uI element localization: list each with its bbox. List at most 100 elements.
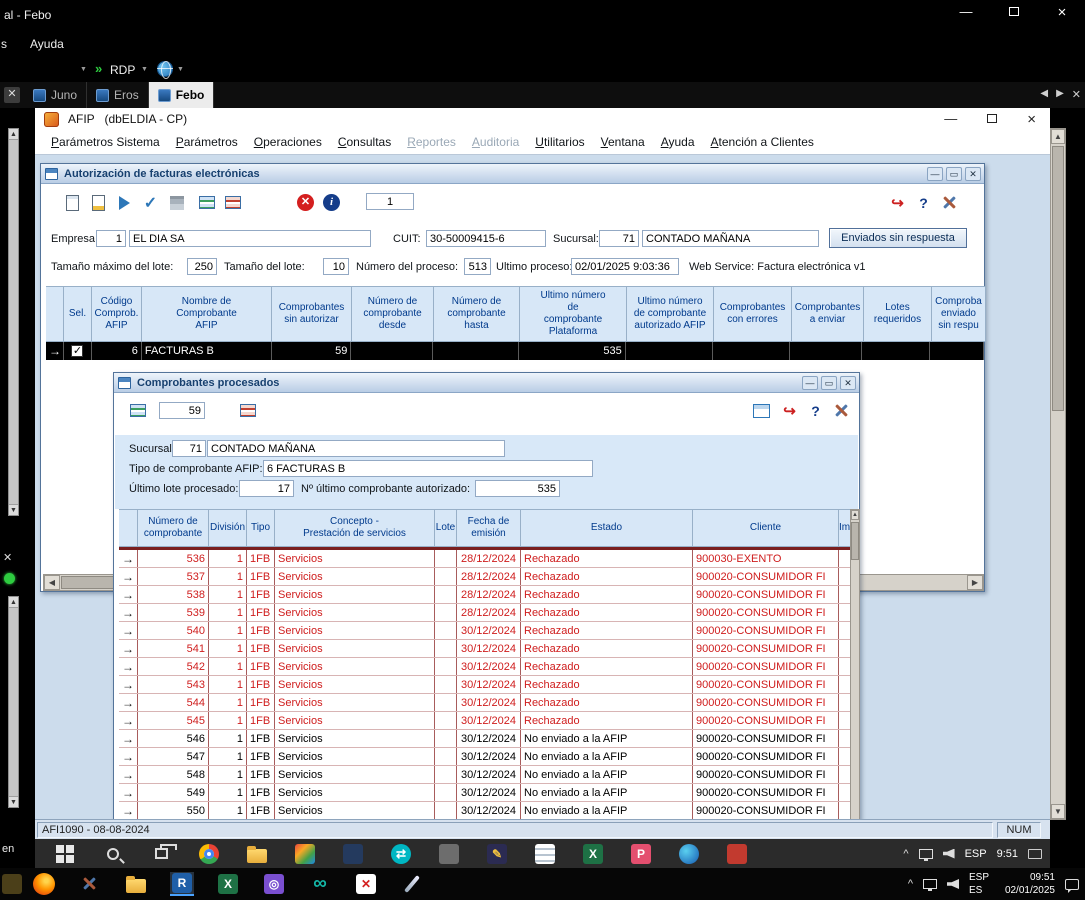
pen-app-icon[interactable] <box>400 872 424 896</box>
design-app-icon[interactable]: ◎ <box>262 872 286 896</box>
header-codigo[interactable]: Código Comprob. AFIP <box>92 286 142 342</box>
globe-icon[interactable] <box>157 61 173 77</box>
language-clock-block[interactable]: ESP 09:51 ES 02/01/2025 <box>969 871 1055 897</box>
menu-operaciones[interactable]: Operaciones <box>246 135 330 149</box>
table-row[interactable]: → 550 1 1FB Servicios 30/12/2024 No envi… <box>119 802 851 819</box>
table-row[interactable]: → 545 1 1FB Servicios 30/12/2024 Rechaza… <box>119 712 851 730</box>
info-button[interactable]: i <box>320 191 343 214</box>
table-row[interactable]: → 542 1 1FB Servicios 30/12/2024 Rechaza… <box>119 658 851 676</box>
tab-scroll-left-icon[interactable]: ◀ <box>1040 88 1048 101</box>
minimize-button[interactable]: — <box>927 167 943 181</box>
host-titlebar[interactable]: al - Febo — × <box>0 0 1085 30</box>
header-plataforma[interactable]: Ultimo número de comprobante Plataforma <box>520 286 627 342</box>
host-menu-ayuda[interactable]: Ayuda <box>30 37 64 51</box>
table-row[interactable]: → 538 1 1FB Servicios 28/12/2024 Rechaza… <box>119 586 851 604</box>
header-hasta[interactable]: Número de comprobante hasta <box>434 286 520 342</box>
table-row[interactable]: → 543 1 1FB Servicios 30/12/2024 Rechaza… <box>119 676 851 694</box>
confirm-button[interactable]: ✓ <box>139 191 162 214</box>
table-row[interactable]: → 546 1 1FB Servicios 30/12/2024 No envi… <box>119 730 851 748</box>
header-estado[interactable]: Estado <box>521 509 693 547</box>
table-view-button[interactable] <box>750 399 773 422</box>
scroll-up-icon[interactable]: ▲ <box>9 129 18 140</box>
header-tipo[interactable]: Tipo <box>247 509 275 547</box>
run-button[interactable] <box>113 191 136 214</box>
help-button[interactable]: ? <box>804 399 827 422</box>
menu-parametros[interactable]: Parámetros <box>168 135 246 149</box>
remote-clock[interactable]: 9:51 <box>997 848 1018 860</box>
tam-lote-field[interactable]: 10 <box>323 258 349 275</box>
table-row[interactable]: → 540 1 1FB Servicios 30/12/2024 Rechaza… <box>119 622 851 640</box>
scroll-down-icon[interactable]: ▼ <box>9 504 18 515</box>
host-maximize-button[interactable] <box>1005 4 1023 21</box>
save-button[interactable] <box>165 191 188 214</box>
header-division[interactable]: División <box>209 509 247 547</box>
menu-parametros-sistema[interactable]: Parámetros Sistema <box>43 135 168 149</box>
afip-restore-button[interactable] <box>987 111 997 128</box>
header-numero[interactable]: Número de comprobante <box>138 509 209 547</box>
header-lotes[interactable]: Lotes requeridos <box>864 286 932 342</box>
header-sin-autorizar[interactable]: Comprobantes sin autorizar <box>272 286 352 342</box>
proc-vscrollbar[interactable]: ▲ <box>850 509 860 819</box>
excel-icon[interactable]: X <box>581 842 605 866</box>
new-button[interactable] <box>61 191 84 214</box>
chrome-icon[interactable] <box>197 842 221 866</box>
header-enviados-resp[interactable]: Comproba enviado sin respu <box>932 286 986 342</box>
sucursal-nombre-field[interactable]: CONTADO MAÑANA <box>207 440 505 457</box>
volume-tray-icon[interactable] <box>943 849 955 859</box>
action-center-icon[interactable] <box>1028 849 1042 859</box>
close-button[interactable]: ✕ <box>965 167 981 181</box>
tray-chevron-icon[interactable]: ^ <box>908 878 913 890</box>
properties-button[interactable] <box>87 191 110 214</box>
empresa-num-field[interactable]: 1 <box>96 230 126 247</box>
sucursal-num-field[interactable]: 71 <box>599 230 639 247</box>
header-lote[interactable]: Lote <box>435 509 457 547</box>
scroll-up-icon[interactable]: ▲ <box>1051 129 1065 144</box>
sucursal-nombre-field[interactable]: CONTADO MAÑANA <box>642 230 819 247</box>
notifications-icon[interactable] <box>1065 879 1079 890</box>
sucursal-num-field[interactable]: 71 <box>172 440 206 457</box>
enviados-sin-respuesta-button[interactable]: Enviados sin respuesta <box>829 228 967 248</box>
tab-febo[interactable]: Febo <box>149 82 215 108</box>
autorizacion-titlebar[interactable]: Autorización de facturas electrónicas — … <box>41 164 984 184</box>
menu-ayuda[interactable]: Ayuda <box>653 135 703 149</box>
header-nombre[interactable]: Nombre de Comprobante AFIP <box>142 286 272 342</box>
left-panel-scrollbar[interactable]: ▲ ▼ <box>8 128 19 516</box>
table-row[interactable]: → 544 1 1FB Servicios 30/12/2024 Rechaza… <box>119 694 851 712</box>
header-concepto[interactable]: Concepto - Prestación de servicios <box>275 509 435 547</box>
excel-icon[interactable]: X <box>216 872 240 896</box>
cancel-button[interactable]: ✕ <box>294 191 317 214</box>
menu-atencion-clientes[interactable]: Atención a Clientes <box>703 135 822 149</box>
start-icon[interactable] <box>53 842 77 866</box>
tab-juno[interactable]: Juno <box>24 82 87 108</box>
ultimo-proceso-field[interactable]: 02/01/2025 9:03:36 <box>571 258 679 275</box>
scroll-up-icon[interactable]: ▲ <box>9 597 18 608</box>
teams-icon[interactable]: ⇄ <box>389 842 413 866</box>
header-cliente[interactable]: Cliente <box>693 509 839 547</box>
table-row[interactable]: → 536 1 1FB Servicios 28/12/2024 Rechaza… <box>119 550 851 568</box>
ultimo-lote-field[interactable]: 17 <box>239 480 294 497</box>
help-button[interactable]: ? <box>912 191 935 214</box>
scroll-up-icon[interactable]: ▲ <box>851 510 859 520</box>
task-view-icon[interactable] <box>149 842 173 866</box>
toolbar-dropdown-icon[interactable]: ▼ <box>80 66 87 73</box>
tools-app-icon[interactable] <box>78 872 102 896</box>
table-row[interactable]: → 547 1 1FB Servicios 30/12/2024 No envi… <box>119 748 851 766</box>
header-autorizado[interactable]: Ultimo número de comprobante autorizado … <box>627 286 714 342</box>
left-close-icon[interactable]: ✕ <box>3 551 12 564</box>
left-panel-scrollbar-2[interactable]: ▲ ▼ <box>8 596 19 808</box>
export-button[interactable] <box>126 399 149 422</box>
remote-desktop-manager-icon[interactable]: R <box>170 872 194 896</box>
infinity-app-icon[interactable]: ∞ <box>308 872 332 896</box>
app-red-icon[interactable] <box>725 842 749 866</box>
comprobantes-titlebar[interactable]: Comprobantes procesados — ▭ ✕ <box>114 373 859 393</box>
table-row[interactable]: → 549 1 1FB Servicios 30/12/2024 No envi… <box>119 784 851 802</box>
host-close-button[interactable]: × <box>1053 4 1071 21</box>
scroll-down-icon[interactable]: ▼ <box>9 796 18 807</box>
table-row[interactable]: → 548 1 1FB Servicios 30/12/2024 No envi… <box>119 766 851 784</box>
header-con-errores[interactable]: Comprobantes con errores <box>714 286 792 342</box>
columns-button[interactable] <box>236 399 259 422</box>
sel-cell[interactable]: ✓ <box>64 342 92 360</box>
app-pink-icon[interactable]: P <box>629 842 653 866</box>
menu-utilitarios[interactable]: Utilitarios <box>527 135 592 149</box>
header-fecha[interactable]: Fecha de emisión <box>457 509 521 547</box>
